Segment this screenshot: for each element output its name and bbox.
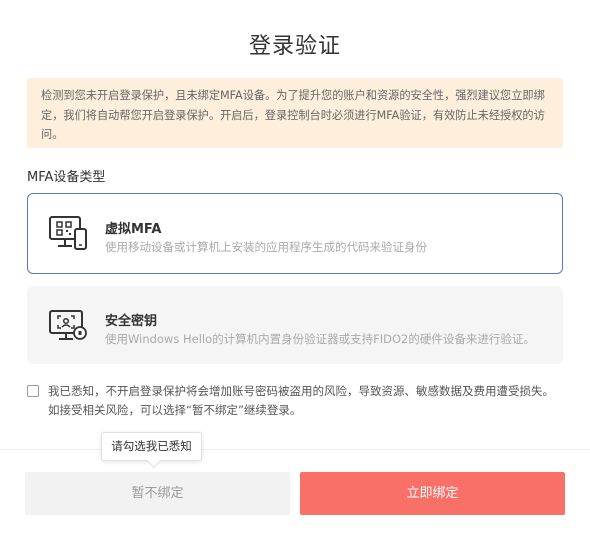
mfa-device-type-label: MFA设备类型 — [27, 170, 106, 185]
security-notice: 检测到您未开启登录保护，且未绑定MFA设备。为了提升您的账户和资源的安全性，强烈… — [27, 78, 563, 148]
option-description: 使用Windows Hello的计算机内置身份验证器或支持FIDO2的硬件设备来… — [105, 332, 535, 346]
skip-binding-button[interactable]: 暂不绑定 — [25, 472, 290, 515]
virtual-mfa-devices-icon — [48, 215, 88, 251]
bind-now-button[interactable]: 立即绑定 — [300, 472, 565, 515]
footer-divider — [0, 449, 590, 450]
consent-text[interactable]: 我已悉知，不开启登录保护将会增加账号密码被盗用的风险，导致资源、敏感数据及费用遭… — [48, 382, 560, 420]
tooltip-arrow — [146, 453, 162, 469]
consent-checkbox[interactable] — [27, 385, 39, 397]
tooltip-text: 请勾选我已悉知 — [111, 439, 192, 453]
option-virtual-mfa[interactable]: 虚拟MFA 使用移动设备或计算机上安装的应用程序生成的代码来验证身份 — [27, 193, 563, 274]
dialog-title: 登录验证 — [248, 34, 341, 59]
option-security-key[interactable]: 安全密钥 使用Windows Hello的计算机内置身份验证器或支持FIDO2的… — [27, 286, 563, 364]
option-name: 安全密钥 — [105, 314, 158, 329]
login-verification-dialog: 登录验证 检测到您未开启登录保护，且未绑定MFA设备。为了提升您的账户和资源的安… — [0, 0, 590, 542]
option-name: 虚拟MFA — [105, 222, 162, 237]
option-description: 使用移动设备或计算机上安装的应用程序生成的代码来验证身份 — [105, 240, 427, 254]
consent-required-tooltip: 请勾选我已悉知 — [101, 432, 202, 469]
security-key-icon — [48, 307, 88, 343]
